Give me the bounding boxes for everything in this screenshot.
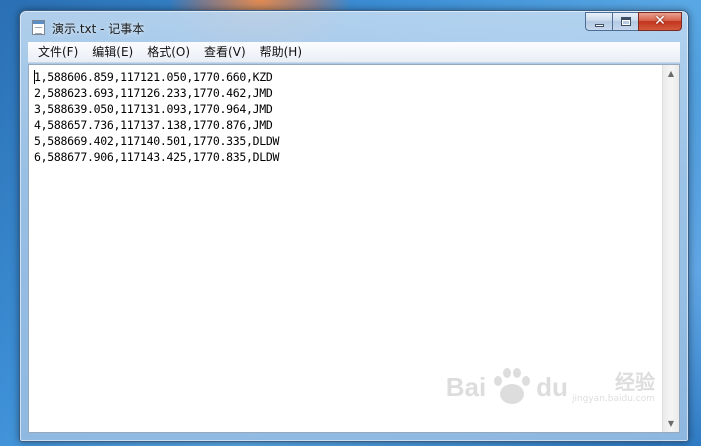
menu-help[interactable]: 帮助(H) xyxy=(253,42,309,62)
watermark-brand-cn: 经验 xyxy=(615,370,655,394)
text-editor[interactable]: 1,588606.859,117121.050,1770.660,KZD 2,5… xyxy=(28,64,680,433)
watermark-brand-left: Bai xyxy=(445,372,487,402)
text-line: 3,588639.050,117131.093,1770.964,JMD xyxy=(34,102,273,116)
maximize-button[interactable] xyxy=(612,12,638,31)
close-icon: ✕ xyxy=(654,13,666,29)
scroll-down-button[interactable]: ▼ xyxy=(663,415,679,432)
menu-edit[interactable]: 编辑(E) xyxy=(85,42,140,62)
baidu-watermark: Bai du 经验 jingyan.baidu.com xyxy=(446,366,655,408)
title-bar[interactable]: 演示.txt - 记事本 ✕ xyxy=(20,11,688,41)
text-line: 1,588606.859,117121.050,1770.660,KZD xyxy=(34,70,273,84)
minimize-button[interactable] xyxy=(585,12,612,31)
vertical-scrollbar[interactable]: ▲ ▼ xyxy=(662,65,679,432)
menu-file[interactable]: 文件(F) xyxy=(31,42,85,62)
maximize-icon xyxy=(621,17,631,26)
window-title: 演示.txt - 记事本 xyxy=(52,22,145,36)
menu-format[interactable]: 格式(O) xyxy=(140,42,197,62)
notepad-icon[interactable] xyxy=(32,20,45,35)
text-line: 2,588623.693,117126.233,1770.462,JMD xyxy=(34,86,273,100)
menu-view[interactable]: 查看(V) xyxy=(197,42,253,62)
text-line: 5,588669.402,117140.501,1770.335,DLDW xyxy=(34,134,280,148)
text-caret xyxy=(34,70,35,84)
menu-bar: 文件(F) 编辑(E) 格式(O) 查看(V) 帮助(H) xyxy=(28,42,680,63)
notepad-window: 演示.txt - 记事本 ✕ 文件(F) 编辑(E) 格式(O) 查看(V) 帮… xyxy=(19,10,689,442)
baidu-paw-icon xyxy=(490,366,532,408)
watermark-url: jingyan.baidu.com xyxy=(571,394,655,404)
caption-buttons: ✕ xyxy=(585,12,682,32)
text-line: 6,588677.906,117143.425,1770.835,DLDW xyxy=(34,150,280,164)
close-button[interactable]: ✕ xyxy=(638,12,682,31)
scroll-up-button[interactable]: ▲ xyxy=(663,65,679,82)
minimize-icon xyxy=(595,24,604,27)
watermark-brand-right: du xyxy=(536,372,568,402)
text-line: 4,588657.736,117137.138,1770.876,JMD xyxy=(34,118,273,132)
watermark-text-block: 经验 jingyan.baidu.com xyxy=(572,370,655,404)
